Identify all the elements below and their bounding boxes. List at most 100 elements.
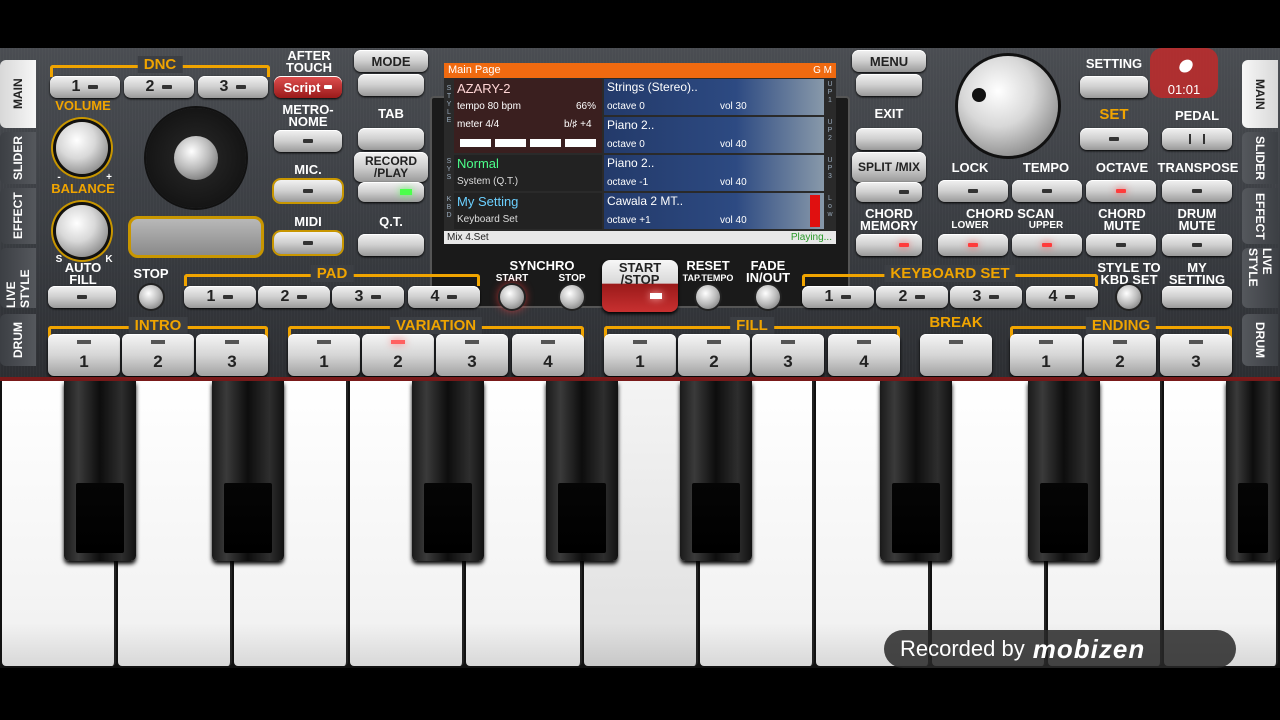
fill-label: FILL	[730, 317, 774, 334]
exit-button[interactable]	[856, 128, 922, 150]
style-side-label: S T Y L E	[446, 85, 452, 124]
chord-mute-button[interactable]	[1086, 234, 1156, 256]
synchro-start-button[interactable]	[500, 285, 524, 309]
keyboard-set-button-2[interactable]: 2	[876, 286, 948, 308]
system-block[interactable]: Normal System (Q.T.)	[454, 155, 602, 191]
setting-button[interactable]	[1080, 76, 1148, 98]
transpose-button[interactable]	[1162, 180, 1232, 202]
variation-button-3[interactable]: 3	[436, 334, 508, 376]
intro-button-1[interactable]: 1	[48, 334, 120, 376]
lock-button[interactable]	[938, 180, 1008, 202]
level-meter	[810, 195, 820, 227]
variation-button-4[interactable]: 4	[512, 334, 584, 376]
variation-button-1[interactable]: 1	[288, 334, 360, 376]
volume-knob[interactable]	[56, 122, 108, 174]
ending-button-3[interactable]: 3	[1160, 334, 1232, 376]
pedal-button[interactable]	[1162, 128, 1232, 150]
mode-button[interactable]: MODE	[354, 50, 428, 72]
tempo-button[interactable]	[1012, 180, 1082, 202]
ending-button-2[interactable]: 2	[1084, 334, 1156, 376]
pad-button-1[interactable]: 1	[184, 286, 256, 308]
reset-tap-tempo-button[interactable]	[696, 285, 720, 309]
style-to-kbd-button[interactable]	[1117, 285, 1141, 309]
synchro-stop-button[interactable]	[560, 285, 584, 309]
fill-button-3[interactable]: 3	[752, 334, 824, 376]
metronome-button[interactable]	[274, 130, 342, 152]
chord-memory-button[interactable]	[856, 234, 922, 256]
dnc-button-3[interactable]: 3	[198, 76, 268, 98]
tab-button[interactable]	[358, 128, 424, 150]
tab-main-right[interactable]: MAIN	[1242, 60, 1278, 128]
break-button[interactable]	[920, 334, 992, 376]
mic-button[interactable]	[274, 180, 342, 202]
black-key[interactable]	[546, 381, 618, 561]
balance-knob[interactable]	[56, 205, 108, 257]
intro-button-2[interactable]: 2	[122, 334, 194, 376]
tab-effect-right[interactable]: EFFECT	[1242, 188, 1278, 244]
variation-button-2[interactable]: 2	[362, 334, 434, 376]
octave-label: OCTAVE	[1095, 160, 1149, 175]
fade-button[interactable]	[756, 285, 780, 309]
keyboard-set-button-1[interactable]: 1	[802, 286, 874, 308]
part-octave: octave 0	[607, 101, 645, 112]
style-block[interactable]: AZARY-2 tempo 80 bpm 66% meter 4/4 b/♯ +…	[454, 79, 602, 153]
tab-slider-right[interactable]: SLIDER	[1242, 132, 1278, 184]
keyboard-set-block[interactable]: My Setting Keyboard Set	[454, 193, 602, 229]
black-key[interactable]	[412, 381, 484, 561]
intro-label: INTRO	[128, 317, 188, 334]
black-key[interactable]	[1226, 381, 1280, 561]
display-pad[interactable]	[128, 216, 264, 258]
keyboard-set-button-3[interactable]: 3	[950, 286, 1022, 308]
tab-main-left[interactable]: MAIN	[0, 60, 36, 128]
dnc-button-1[interactable]: 1	[50, 76, 120, 98]
qt-button[interactable]	[358, 234, 424, 256]
joystick-pad[interactable]	[146, 108, 246, 208]
drum-mute-button[interactable]	[1162, 234, 1232, 256]
black-key[interactable]	[1028, 381, 1100, 561]
menu-button[interactable]	[856, 74, 922, 96]
dnc-button-2[interactable]: 2	[124, 76, 194, 98]
tab-drum-left[interactable]: DRUM	[0, 314, 36, 366]
fill-button-4[interactable]: 4	[828, 334, 900, 376]
tab-live-style-left[interactable]: LIVE STYLE	[0, 248, 36, 308]
pad-stop-button[interactable]	[139, 285, 163, 309]
data-dial[interactable]	[958, 56, 1058, 156]
pad-button-4[interactable]: 4	[408, 286, 480, 308]
keyboard-set-name: My Setting	[457, 194, 519, 209]
fill-button-1[interactable]: 1	[604, 334, 676, 376]
pad-button-3[interactable]: 3	[332, 286, 404, 308]
record-play-button[interactable]	[358, 182, 424, 202]
ending-button-1[interactable]: 1	[1010, 334, 1082, 376]
part-row[interactable]: Cawala 2 MT.. octave +1 vol 40	[604, 193, 824, 229]
chord-scan-upper-button[interactable]	[1012, 234, 1082, 256]
start-stop-button[interactable]: START /STOP	[602, 260, 678, 312]
split-mix-button[interactable]	[856, 182, 922, 202]
set-button[interactable]	[1080, 128, 1148, 150]
black-key[interactable]	[880, 381, 952, 561]
pad-label: PAD	[310, 265, 354, 282]
part-row[interactable]: Piano 2.. octave 0 vol 40	[604, 117, 824, 153]
display-title-bar: Main Page G M	[444, 63, 836, 78]
fill-button-2[interactable]: 2	[678, 334, 750, 376]
tab-live-style-right[interactable]: LIVE STYLE	[1242, 248, 1278, 308]
joystick-ball[interactable]	[174, 136, 218, 180]
auto-fill-button[interactable]	[48, 286, 116, 308]
midi-button[interactable]	[274, 232, 342, 254]
pad-button-2[interactable]: 2	[258, 286, 330, 308]
part-row[interactable]: Strings (Stereo).. octave 0 vol 30	[604, 79, 824, 115]
chord-scan-lower-button[interactable]	[938, 234, 1008, 256]
black-key[interactable]	[212, 381, 284, 561]
main-display[interactable]: Main Page G M S T Y L E S Y S K B D AZAR…	[444, 63, 836, 244]
my-setting-button[interactable]	[1162, 286, 1232, 308]
black-key[interactable]	[64, 381, 136, 561]
tab-effect-left[interactable]: EFFECT	[0, 188, 36, 244]
tab-drum-right[interactable]: DRUM	[1242, 314, 1278, 366]
black-key[interactable]	[680, 381, 752, 561]
keyboard-set-button-4[interactable]: 4	[1026, 286, 1098, 308]
tab-slider-left[interactable]: SLIDER	[0, 132, 36, 184]
script-button[interactable]: Script	[274, 76, 342, 98]
octave-button[interactable]	[1086, 180, 1156, 202]
part-row[interactable]: Piano 2.. octave -1 vol 40	[604, 155, 824, 191]
mode-sub-button[interactable]	[358, 74, 424, 96]
intro-button-3[interactable]: 3	[196, 334, 268, 376]
